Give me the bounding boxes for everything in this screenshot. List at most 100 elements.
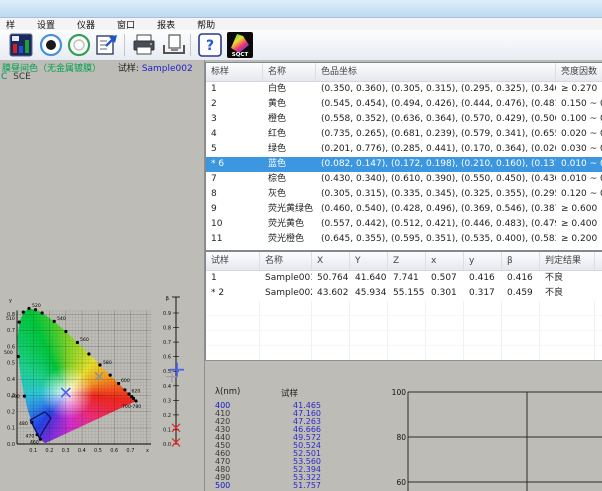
- svg-text:0.8: 0.8: [163, 326, 171, 332]
- y-tick-label: 60: [396, 478, 406, 487]
- bar-chart-icon: [8, 32, 34, 58]
- app-window: 样 设置 仪器 窗口 报表 帮助: [0, 0, 602, 491]
- report-export-button[interactable]: [94, 32, 120, 58]
- column-header-id[interactable]: 试样: [206, 252, 260, 270]
- table-row[interactable]: 4 红色 (0.735, 0.265), (0.681, 0.239), (0.…: [206, 127, 602, 142]
- table-row[interactable]: 11 荧光橙色 (0.645, 0.355), (0.595, 0.351), …: [206, 232, 602, 247]
- column-header-coords[interactable]: 色品坐标: [316, 63, 556, 81]
- svg-text:460: 460: [30, 440, 39, 446]
- column-header-Y[interactable]: Y: [350, 252, 388, 270]
- help-button[interactable]: ?: [197, 32, 223, 58]
- reflectance-chart: 100 80 60: [390, 368, 602, 491]
- svg-text:540: 540: [57, 316, 66, 322]
- sample-measure-button[interactable]: [66, 32, 92, 58]
- svg-text:490: 490: [11, 394, 20, 400]
- geometry-prefix: C: [1, 72, 7, 82]
- save-output-button[interactable]: [161, 32, 187, 58]
- table-row[interactable]: 5 绿色 (0.201, 0.776), (0.285, 0.441), (0.…: [206, 142, 602, 157]
- svg-text:0.2: 0.2: [45, 448, 53, 454]
- cell-name: 荧光橙色: [263, 232, 316, 247]
- beta-axis: β 0.9 0.8 0.7 0.6 0.5 0.4 0.3 0.2 0.1 0.…: [163, 296, 184, 448]
- cell-Y: 41.640: [350, 271, 388, 286]
- cell-X: 43.602: [312, 286, 350, 301]
- table-row-selected[interactable]: * 6 蓝色 (0.082, 0.147), (0.172, 0.198), (…: [206, 157, 602, 172]
- column-header-X[interactable]: X: [312, 252, 350, 270]
- sample-column-header: 试样: [281, 387, 298, 399]
- cell-name: 蓝色: [263, 157, 316, 172]
- column-header-name[interactable]: 名称: [263, 63, 316, 81]
- table-row[interactable]: 1 白色 (0.350, 0.360), (0.305, 0.315), (0.…: [206, 82, 602, 97]
- svg-text:0.7: 0.7: [7, 328, 15, 334]
- cell-coords: (0.305, 0.315), (0.335, 0.345), (0.325, …: [316, 187, 556, 202]
- table-row[interactable]: 3 橙色 (0.558, 0.352), (0.636, 0.364), (0.…: [206, 112, 602, 127]
- cell-beta: 0.416: [502, 271, 540, 286]
- cell-name: Sample001: [260, 271, 312, 286]
- svg-text:520: 520: [32, 303, 41, 309]
- menu-item-help[interactable]: 帮助: [197, 18, 215, 31]
- y-tick-label: 80: [396, 433, 406, 442]
- title-bar[interactable]: [0, 0, 602, 18]
- menu-item-report[interactable]: 报表: [157, 18, 175, 31]
- svg-text:0.7: 0.7: [126, 448, 134, 454]
- menu-item-window[interactable]: 窗口: [117, 18, 135, 31]
- toolbar: ? SQCT: [0, 30, 602, 61]
- table-row[interactable]: 8 灰色 (0.305, 0.315), (0.335, 0.345), (0.…: [206, 187, 602, 202]
- cell-factor: ≥ 0.270: [556, 82, 602, 97]
- wavelength-header: λ(nm): [215, 387, 240, 397]
- column-header-name[interactable]: 名称: [260, 252, 312, 270]
- column-header-result[interactable]: 判定结果: [540, 252, 595, 270]
- standard-measure-button[interactable]: [38, 32, 64, 58]
- cell-coords: (0.558, 0.352), (0.636, 0.364), (0.570, …: [316, 112, 556, 127]
- table-row[interactable]: 2 黄色 (0.545, 0.454), (0.494, 0.426), (0.…: [206, 97, 602, 112]
- column-header-extra[interactable]: [595, 252, 602, 270]
- column-header-beta[interactable]: β: [502, 252, 540, 270]
- cell-coords: (0.557, 0.442), (0.512, 0.421), (0.446, …: [316, 217, 556, 232]
- sqct-logo-button[interactable]: SQCT: [227, 32, 253, 58]
- table-row-empty: [206, 346, 602, 361]
- svg-text:0.4: 0.4: [78, 448, 86, 454]
- table-row[interactable]: 1 Sample001 50.764 41.640 7.741 0.507 0.…: [206, 271, 602, 286]
- svg-text:0.3: 0.3: [62, 448, 70, 454]
- cell-name: 棕色: [263, 172, 316, 187]
- target-open-icon: [66, 32, 92, 58]
- cell-Y: 45.934: [350, 286, 388, 301]
- cell-factor: ≥ 0.200: [556, 232, 602, 247]
- spectral-list: 40041.465 41047.160 42047.263 43046.666 …: [205, 402, 335, 490]
- cell-factor: 0.010 ~ 0.100: [556, 157, 602, 172]
- cell-result: 不良: [540, 271, 595, 286]
- chart-view-button[interactable]: [8, 32, 34, 58]
- menu-item-instrument[interactable]: 仪器: [77, 18, 95, 31]
- samples-table-header: 试样 名称 X Y Z x y β 判定结果: [206, 252, 602, 271]
- menu-item-settings[interactable]: 设置: [37, 18, 55, 31]
- svg-text:0.1: 0.1: [163, 427, 171, 433]
- table-row[interactable]: * 2 Sample002 43.602 45.934 55.155 0.301…: [206, 286, 602, 301]
- table-row[interactable]: 9 荧光黄绿色 (0.460, 0.540), (0.428, 0.496), …: [206, 202, 602, 217]
- cell-name: 荧光黄绿色: [263, 202, 316, 217]
- table-row[interactable]: 7 棕色 (0.430, 0.340), (0.610, 0.390), (0.…: [206, 172, 602, 187]
- svg-text:580: 580: [103, 360, 112, 366]
- svg-text:0.6: 0.6: [7, 345, 15, 351]
- cell-coords: (0.350, 0.360), (0.305, 0.315), (0.295, …: [316, 82, 556, 97]
- table-row[interactable]: 10 荧光黄色 (0.557, 0.442), (0.512, 0.421), …: [206, 217, 602, 232]
- print-button[interactable]: [131, 32, 157, 58]
- column-header-id[interactable]: 标样: [206, 63, 263, 81]
- cell-beta: 0.459: [502, 286, 540, 301]
- svg-text:0.3: 0.3: [163, 398, 171, 404]
- menu-bar: 样 设置 仪器 窗口 报表 帮助: [0, 18, 602, 30]
- column-header-Z[interactable]: Z: [388, 252, 426, 270]
- cell-coords: (0.201, 0.776), (0.285, 0.441), (0.170, …: [316, 142, 556, 157]
- column-header-x[interactable]: x: [426, 252, 464, 270]
- svg-text:560: 560: [80, 337, 89, 343]
- cell-coords: (0.460, 0.540), (0.428, 0.496), (0.369, …: [316, 202, 556, 217]
- y-axis-label: y: [9, 298, 12, 304]
- cell-factor: ≥ 0.400: [556, 217, 602, 232]
- cell-id: 5: [206, 142, 263, 157]
- column-header-factor[interactable]: 亮度因数: [556, 63, 602, 81]
- toolbar-separator: [190, 34, 191, 56]
- svg-text:0.2: 0.2: [7, 410, 15, 416]
- svg-text:600: 600: [121, 378, 130, 384]
- cell-x: 0.507: [426, 271, 464, 286]
- cell-coords: (0.430, 0.340), (0.610, 0.390), (0.550, …: [316, 172, 556, 187]
- column-header-y[interactable]: y: [464, 252, 502, 270]
- menu-item-sample[interactable]: 样: [6, 18, 15, 31]
